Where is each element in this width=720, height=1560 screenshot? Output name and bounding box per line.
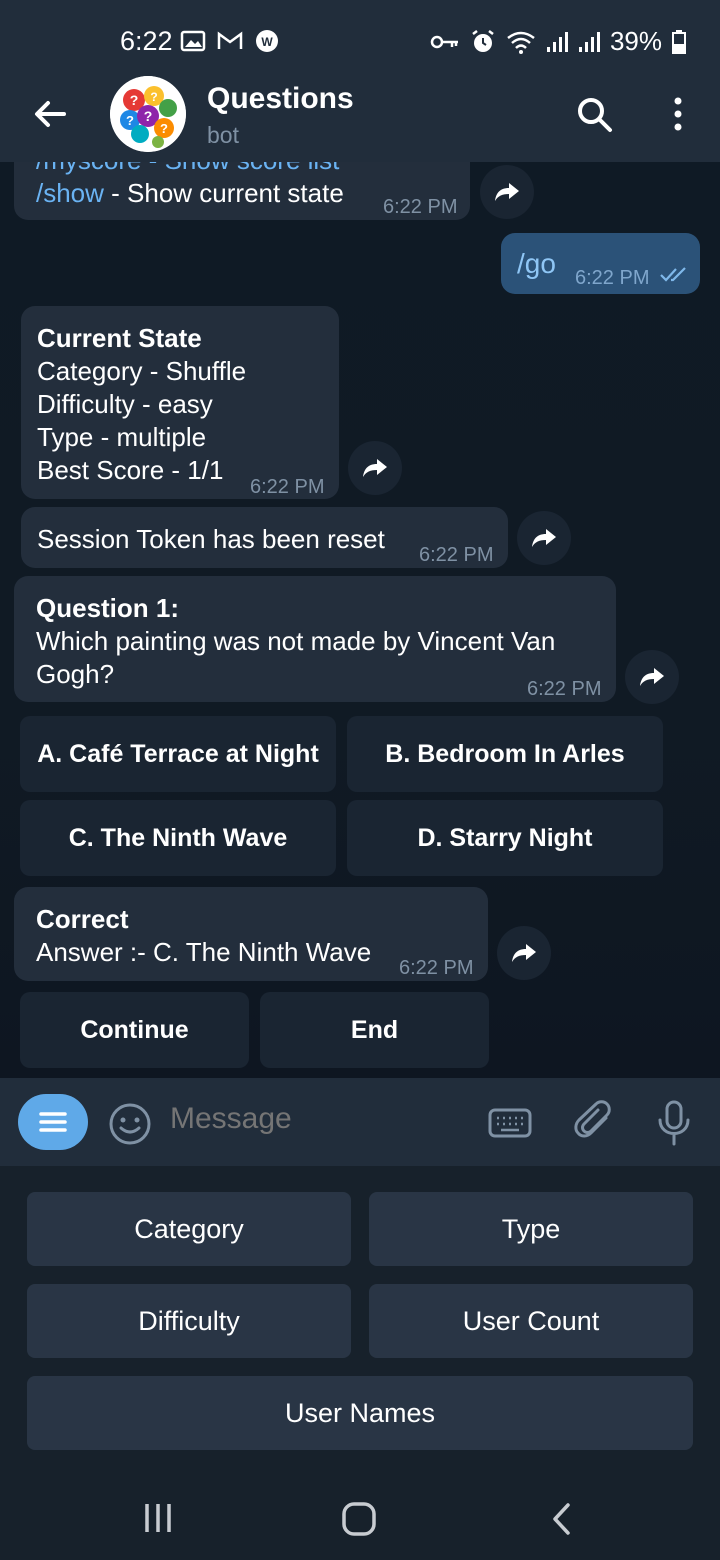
- forward-button[interactable]: [625, 650, 679, 704]
- microphone-icon[interactable]: [657, 1100, 691, 1146]
- signal-icon-2: [578, 31, 600, 52]
- bot-menu-button[interactable]: [18, 1094, 88, 1150]
- keyboard-type-button[interactable]: Type: [369, 1192, 693, 1266]
- forward-icon: [532, 529, 556, 547]
- emoji-icon[interactable]: [108, 1102, 152, 1146]
- gmail-icon: [217, 31, 243, 49]
- state-title: Current State: [37, 323, 202, 353]
- app-notification-icon: W: [256, 30, 278, 52]
- system-navigation-bar: [0, 1476, 720, 1560]
- continue-button[interactable]: Continue: [20, 992, 249, 1068]
- message-time: 6:22 PM: [399, 957, 474, 979]
- message-session-token: Session Token has been reset 6:22 PM: [21, 507, 508, 568]
- keyboard-icon[interactable]: [488, 1108, 532, 1138]
- keyboard-category-button[interactable]: Category: [27, 1192, 351, 1266]
- message-current-state: Current State Category - Shuffle Difficu…: [21, 306, 339, 499]
- forward-button[interactable]: [348, 441, 402, 495]
- chat-messages[interactable]: /myscore - Show score list /show - Show …: [0, 162, 720, 1078]
- keyboard-user-count-button[interactable]: User Count: [369, 1284, 693, 1358]
- message-time: 6:22 PM: [575, 267, 650, 289]
- bot-avatar[interactable]: ? ? ? ? ?: [110, 76, 186, 152]
- svg-text:?: ?: [160, 121, 168, 136]
- recent-apps-icon[interactable]: [140, 1500, 176, 1536]
- chat-header: ? ? ? ? ? Questions bot: [0, 66, 720, 162]
- command-show-description: - Show current state: [103, 178, 344, 208]
- svg-text:W: W: [261, 35, 273, 49]
- forward-button[interactable]: [517, 511, 571, 565]
- question-text: Which painting was not made by Vincent V…: [36, 626, 556, 689]
- commands-show-line: /show - Show current state: [36, 177, 344, 210]
- state-best-score: Best Score - 1/1: [37, 455, 224, 485]
- vpn-key-icon: [430, 35, 458, 48]
- answer-option-d[interactable]: D. Starry Night: [347, 800, 663, 876]
- result-text: Answer :- C. The Ninth Wave: [36, 937, 372, 967]
- svg-text:?: ?: [130, 92, 139, 108]
- back-arrow-icon[interactable]: [30, 94, 70, 134]
- go-command-text: /go: [517, 248, 556, 279]
- status-bar: 6:22 W 39%: [0, 0, 720, 66]
- attach-icon[interactable]: [574, 1100, 616, 1146]
- answer-option-a[interactable]: A. Café Terrace at Night: [20, 716, 336, 792]
- battery-percent: 39%: [609, 26, 662, 56]
- message-time: 6:22 PM: [527, 678, 602, 700]
- home-icon[interactable]: [340, 1500, 378, 1538]
- answer-option-b[interactable]: B. Bedroom In Arles: [347, 716, 663, 792]
- message-time: 6:22 PM: [250, 476, 325, 498]
- keyboard-user-names-button[interactable]: User Names: [27, 1376, 693, 1450]
- wifi-icon: [507, 31, 535, 54]
- gallery-icon: [180, 30, 206, 52]
- message-time: 6:22 PM: [419, 544, 494, 566]
- answer-option-c[interactable]: C. The Ninth Wave: [20, 800, 336, 876]
- status-notification-icons: W: [180, 28, 280, 54]
- chat-subtitle: bot: [207, 122, 239, 148]
- chat-title[interactable]: Questions: [207, 82, 354, 116]
- message-commands: /myscore - Show score list /show - Show …: [14, 162, 470, 220]
- signal-icon: [546, 31, 568, 52]
- command-show-link[interactable]: /show: [36, 178, 104, 208]
- message-time: 6:22 PM: [383, 196, 458, 218]
- forward-icon: [495, 183, 519, 201]
- end-button[interactable]: End: [260, 992, 489, 1068]
- message-result: Correct Answer :- C. The Ninth Wave 6:22…: [14, 887, 488, 981]
- message-outgoing-go: /go 6:22 PM: [501, 233, 700, 294]
- message-question: Question 1: Which painting was not made …: [14, 576, 616, 702]
- session-token-text: Session Token has been reset: [37, 524, 385, 554]
- svg-text:?: ?: [126, 113, 134, 128]
- battery-icon: [672, 29, 686, 54]
- forward-icon: [512, 944, 536, 962]
- commands-partial-line: /myscore - Show score list: [36, 162, 339, 177]
- state-difficulty: Difficulty - easy: [37, 389, 213, 419]
- forward-icon: [363, 459, 387, 477]
- message-input-bar: [0, 1078, 720, 1166]
- status-right-icons: 39%: [430, 26, 686, 57]
- state-type: Type - multiple: [37, 422, 207, 452]
- message-input[interactable]: [170, 1102, 460, 1136]
- state-category: Category - Shuffle: [37, 356, 247, 386]
- question-title: Question 1:: [36, 593, 180, 623]
- keyboard-difficulty-button[interactable]: Difficulty: [27, 1284, 351, 1358]
- forward-button[interactable]: [497, 926, 551, 980]
- alarm-icon: [472, 29, 494, 52]
- svg-text:?: ?: [150, 90, 157, 104]
- forward-button[interactable]: [480, 165, 534, 219]
- more-vert-icon[interactable]: [664, 94, 692, 134]
- status-time: 6:22: [120, 26, 173, 56]
- forward-icon: [640, 668, 664, 686]
- search-icon[interactable]: [574, 94, 614, 134]
- svg-text:?: ?: [144, 108, 153, 124]
- result-title: Correct: [36, 904, 129, 934]
- bot-reply-keyboard: Category Type Difficulty User Count User…: [0, 1166, 720, 1476]
- menu-lines-icon: [39, 1112, 67, 1132]
- back-nav-icon[interactable]: [544, 1500, 580, 1538]
- read-checkmarks-icon: [660, 267, 686, 282]
